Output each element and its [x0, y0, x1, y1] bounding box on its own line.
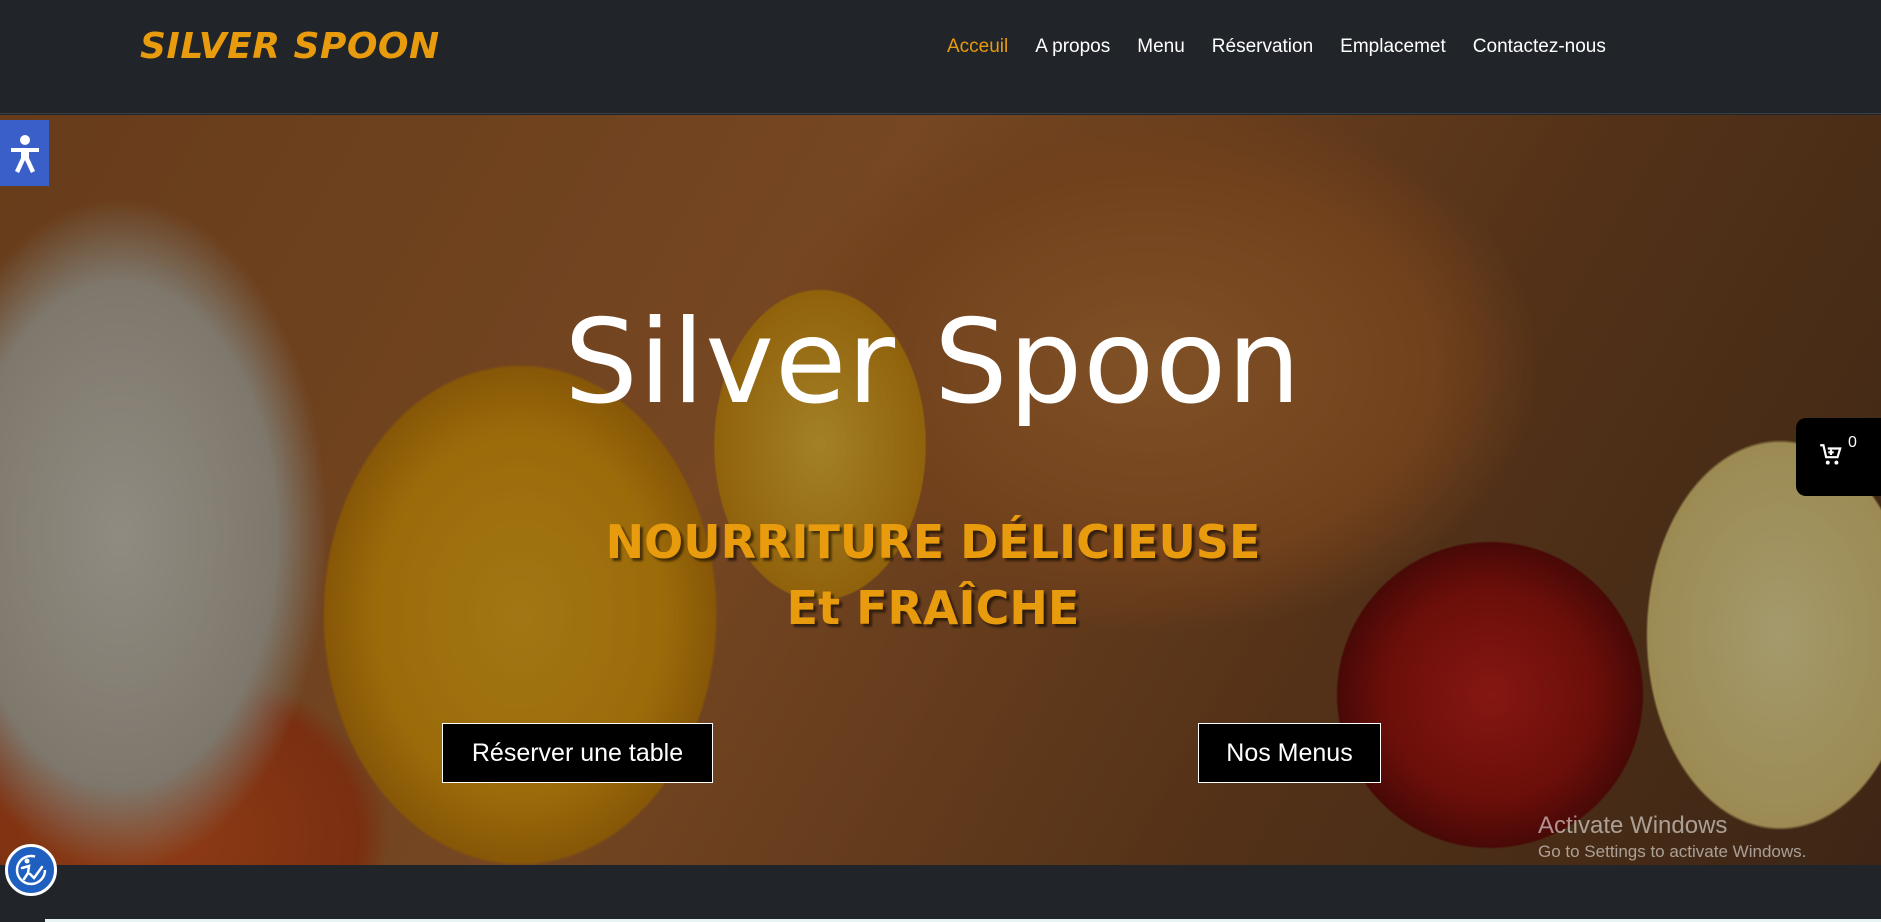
hero-subtitle-line1: NOURRITURE DÉLICIEUSE	[605, 515, 1261, 569]
accessibility-check-icon	[15, 854, 47, 886]
watermark-title: Activate Windows	[1538, 812, 1728, 839]
hero-title: Silver Spoon	[564, 295, 1302, 430]
accessibility-toolbar-button[interactable]	[0, 120, 49, 186]
reserve-table-button[interactable]: Réserver une table	[442, 723, 713, 783]
main-nav: Acceuil A propos Menu Réservation Emplac…	[947, 36, 1633, 58]
cart-button[interactable]: 0	[1796, 418, 1881, 496]
windows-activation-watermark: Activate Windows Go to Settings to activ…	[1538, 812, 1806, 862]
cart-icon	[1820, 444, 1842, 465]
page-bottom-strip	[0, 865, 1881, 922]
accessibility-icon	[10, 135, 39, 173]
watermark-subtitle: Go to Settings to activate Windows.	[1538, 842, 1807, 861]
nav-item-emplacement[interactable]: Emplacemet	[1340, 36, 1446, 58]
navbar: SILVER SPOON Acceuil A propos Menu Réser…	[0, 0, 1881, 114]
nav-item-menu[interactable]: Menu	[1137, 36, 1185, 58]
nav-item-acceuil[interactable]: Acceuil	[947, 36, 1008, 58]
nav-item-reservation[interactable]: Réservation	[1212, 36, 1313, 58]
cart-count: 0	[1848, 434, 1857, 451]
our-menus-button[interactable]: Nos Menus	[1198, 723, 1381, 783]
hero-banner: Silver Spoon NOURRITURE DÉLICIEUSE Et FR…	[0, 115, 1881, 865]
nav-item-contact[interactable]: Contactez-nous	[1473, 36, 1606, 58]
accessibility-widget-button[interactable]	[5, 844, 57, 896]
brand-logo[interactable]: SILVER SPOON	[140, 26, 440, 67]
nav-item-a-propos[interactable]: A propos	[1035, 36, 1110, 58]
hero-subtitle-line2: Et FRAÎCHE	[786, 581, 1080, 635]
